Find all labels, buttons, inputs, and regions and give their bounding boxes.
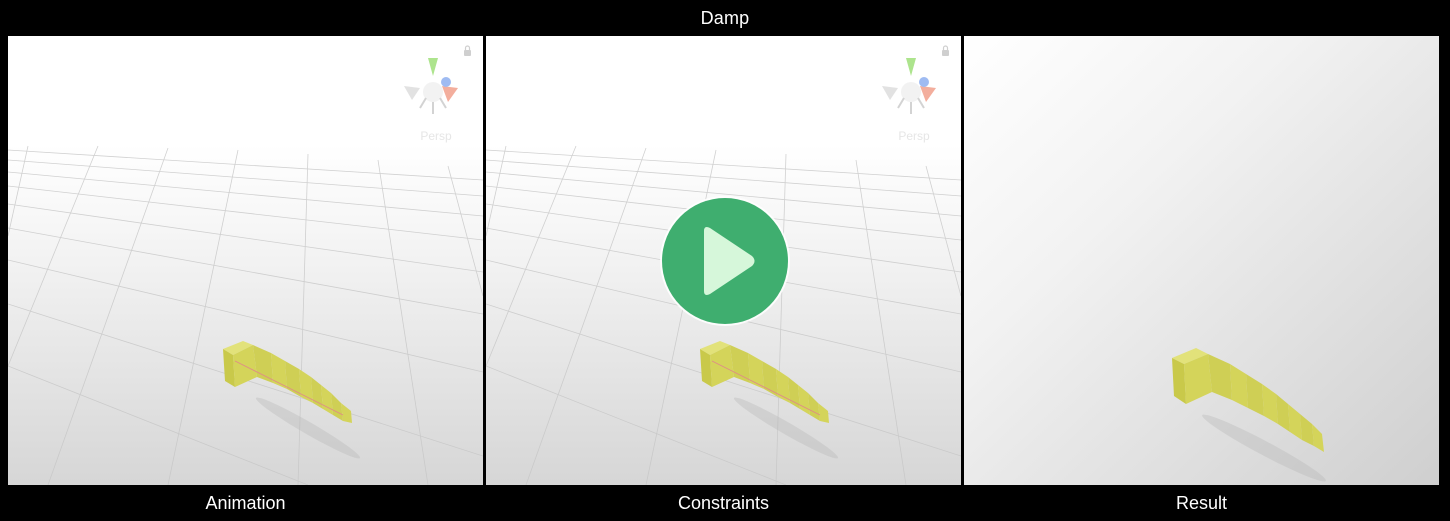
lock-icon xyxy=(942,50,949,56)
view-label: Persp xyxy=(420,129,452,143)
viewport-result[interactable] xyxy=(964,36,1439,485)
play-button[interactable] xyxy=(662,198,788,324)
caption-animation: Animation xyxy=(205,492,286,513)
page-title: Damp xyxy=(700,7,750,28)
play-icon xyxy=(704,227,755,295)
viewport-animation[interactable]: Persp xyxy=(8,36,483,485)
caption-result: Result xyxy=(1175,492,1228,513)
view-label: Persp xyxy=(898,129,930,143)
caption-constraints: Constraints xyxy=(677,492,770,513)
lock-icon xyxy=(464,50,471,56)
